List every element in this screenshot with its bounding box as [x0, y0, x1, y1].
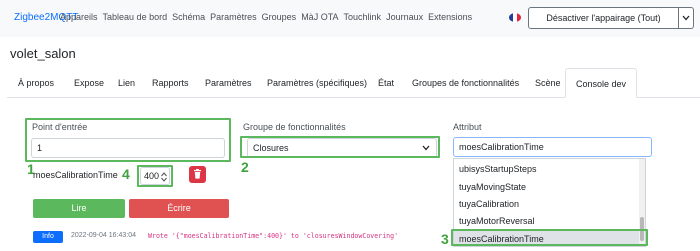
nav-link-groupes[interactable]: Groupes: [262, 12, 297, 22]
chevron-down-icon: [422, 145, 430, 151]
top-navbar: Zigbee2MQTT Appareils Tableau de bord Sc…: [0, 0, 700, 37]
tab-groupes-fonctionnalites[interactable]: Groupes de fonctionnalités: [412, 68, 519, 98]
annotation-4: 4: [122, 166, 130, 182]
nav-link-schema[interactable]: Schéma: [172, 12, 205, 22]
attribute-option-tuyacalibration[interactable]: tuyaCalibration: [454, 195, 645, 213]
attribute-option-tuyamotorreversal[interactable]: tuyaMotorReversal: [454, 212, 645, 230]
nav-link-extensions[interactable]: Extensions: [428, 12, 472, 22]
attribute-value: 400: [144, 171, 160, 181]
log-message: Wrote '{"moesCalibrationTime":400}' to '…: [148, 232, 399, 240]
endpoint-input[interactable]: 1: [31, 138, 225, 158]
attribute-input[interactable]: moesCalibrationTime: [453, 137, 652, 157]
attribute-value-stepper[interactable]: 400: [140, 167, 170, 185]
nav-link-maj-ota[interactable]: MàJ OTA: [301, 12, 338, 22]
log-level-badge: Info: [33, 231, 63, 243]
tab-scene[interactable]: Scène: [535, 68, 561, 98]
attribute-option-ubisysstartupsteps[interactable]: ubisysStartupSteps: [454, 160, 645, 178]
device-title: volet_salon: [10, 46, 76, 61]
nav-link-journaux[interactable]: Journaux: [386, 12, 423, 22]
attribute-option-moescalibrationtime[interactable]: moesCalibrationTime: [454, 230, 645, 246]
attribute-label: Attribut: [453, 122, 482, 132]
cluster-select-value: Closures: [253, 143, 289, 153]
nav-link-tableau-de-bord[interactable]: Tableau de bord: [103, 12, 168, 22]
annotation-3: 3: [441, 231, 449, 247]
dropdown-scroll-thumb[interactable]: [640, 217, 644, 241]
tab-parametres-specifiques[interactable]: Paramètres (spécifiques): [267, 68, 367, 98]
tab-expose[interactable]: Expose: [74, 68, 104, 98]
device-tabs: À propos Expose Lien Rapports Paramètres…: [7, 68, 700, 98]
stepper-arrows-icon[interactable]: [161, 171, 167, 183]
read-button[interactable]: Lire: [33, 199, 125, 218]
chevron-down-icon: [682, 15, 690, 21]
tab-a-propos[interactable]: À propos: [18, 68, 54, 98]
nav-links: Appareils Tableau de bord Schéma Paramèt…: [60, 12, 477, 22]
attribute-option-tuyamovingstate[interactable]: tuyaMovingState: [454, 178, 645, 196]
nav-link-appareils[interactable]: Appareils: [60, 12, 98, 22]
tab-parametres[interactable]: Paramètres: [205, 68, 252, 98]
tab-console-dev[interactable]: Console dev: [565, 68, 638, 98]
dropdown-scrollbar[interactable]: [639, 159, 645, 246]
trash-icon: [194, 169, 201, 179]
write-button[interactable]: Écrire: [129, 199, 229, 218]
delete-button[interactable]: [189, 166, 206, 183]
permit-join-dropdown-toggle[interactable]: [679, 7, 694, 29]
tab-rapports[interactable]: Rapports: [152, 68, 189, 98]
tab-lien[interactable]: Lien: [118, 68, 135, 98]
cluster-label: Groupe de fonctionnalités: [243, 122, 346, 132]
french-flag-icon[interactable]: [509, 13, 521, 22]
nav-link-parametres[interactable]: Paramètres: [210, 12, 257, 22]
log-timestamp: 2022-09-04 16:43:04: [71, 232, 136, 239]
annotation-2: 2: [241, 159, 249, 175]
attribute-value-label: moesCalibrationTime: [33, 170, 118, 180]
endpoint-label: Point d'entrée: [32, 122, 88, 132]
cluster-select[interactable]: Closures: [247, 138, 437, 158]
attribute-dropdown: ubisysStartupSteps tuyaMovingState tuyaC…: [453, 158, 646, 247]
nav-link-touchlink[interactable]: Touchlink: [344, 12, 382, 22]
tab-etat[interactable]: État: [378, 68, 394, 98]
permit-join-button[interactable]: Désactiver l'appairage (Tout): [528, 7, 679, 29]
